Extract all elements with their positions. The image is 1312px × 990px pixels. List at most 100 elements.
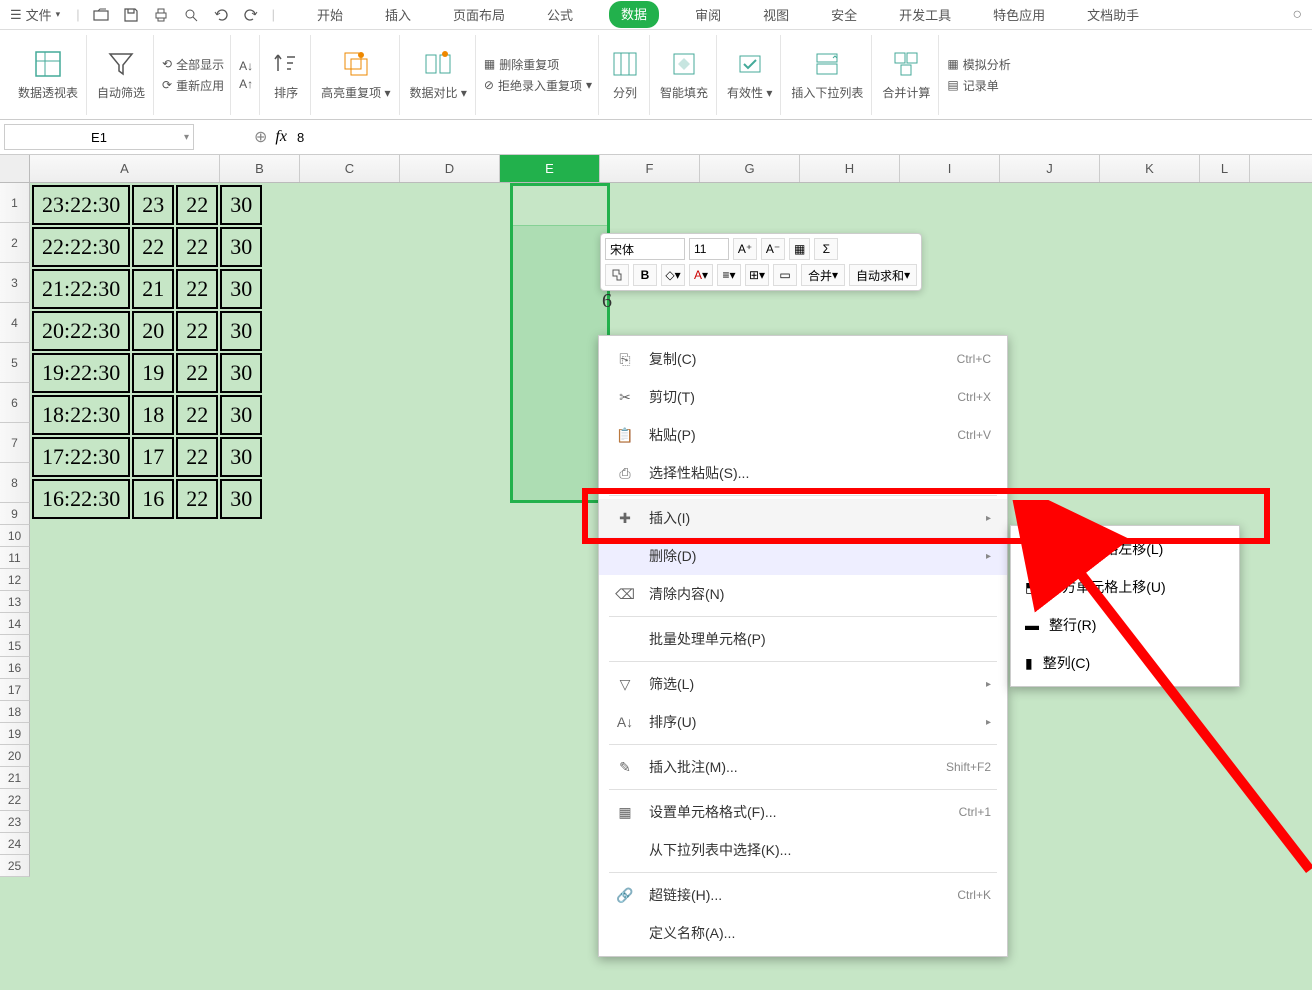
menu-comment[interactable]: ✎插入批注(M)...Shift+F2 [599, 748, 1007, 786]
submenu-entire-col[interactable]: ▮整列(C) [1011, 644, 1239, 682]
row-header-9[interactable]: 9 [0, 503, 30, 525]
tab-formulas[interactable]: 公式 [541, 1, 579, 28]
text-to-columns-button[interactable]: 分列 [601, 35, 650, 115]
table-cell[interactable]: 22 [176, 269, 218, 309]
table-cell[interactable]: 22 [176, 227, 218, 267]
table-cell[interactable]: 22 [132, 227, 174, 267]
table-cell[interactable]: 19 [132, 353, 174, 393]
row-header-17[interactable]: 17 [0, 679, 30, 701]
menu-paste[interactable]: 📋粘贴(P)Ctrl+V [599, 416, 1007, 454]
row-header-2[interactable]: 2 [0, 223, 30, 263]
tab-insert[interactable]: 插入 [379, 1, 417, 28]
tab-review[interactable]: 审阅 [689, 1, 727, 28]
autofilter-button[interactable]: 自动筛选 [89, 35, 154, 115]
tab-page-layout[interactable]: 页面布局 [447, 1, 511, 28]
row-header-18[interactable]: 18 [0, 701, 30, 723]
row-header-1[interactable]: 1 [0, 183, 30, 223]
print-icon[interactable] [151, 5, 171, 25]
row-header-16[interactable]: 16 [0, 657, 30, 679]
col-header-H[interactable]: H [800, 155, 900, 182]
col-header-A[interactable]: A [30, 155, 220, 182]
table-cell[interactable]: 30 [220, 269, 262, 309]
table-cell[interactable]: 30 [220, 185, 262, 225]
cell-style-icon[interactable]: ▭ [773, 264, 797, 286]
open-icon[interactable] [91, 5, 111, 25]
merge-icon[interactable]: ▦ [789, 238, 810, 260]
menu-copy[interactable]: ⎘复制(C)Ctrl+C [599, 340, 1007, 378]
row-header-22[interactable]: 22 [0, 789, 30, 811]
validation-button[interactable]: 有效性 ▾ [719, 35, 781, 115]
menu-define-name[interactable]: 定义名称(A)... [599, 914, 1007, 952]
row-header-4[interactable]: 4 [0, 303, 30, 343]
col-header-K[interactable]: K [1100, 155, 1200, 182]
col-header-J[interactable]: J [1000, 155, 1100, 182]
row-header-24[interactable]: 24 [0, 833, 30, 855]
menu-format-cells[interactable]: ▦设置单元格格式(F)...Ctrl+1 [599, 793, 1007, 831]
reject-dup-button[interactable]: ⊘拒绝录入重复项 ▾ [484, 77, 592, 94]
tab-special[interactable]: 特色应用 [987, 1, 1051, 28]
tab-data[interactable]: 数据 [609, 1, 659, 28]
flash-fill-button[interactable]: 智能填充 [652, 35, 717, 115]
col-header-L[interactable]: L [1200, 155, 1250, 182]
submenu-entire-row[interactable]: ▬整行(R) [1011, 606, 1239, 644]
shrink-font-icon[interactable]: A⁻ [761, 238, 785, 260]
tab-view[interactable]: 视图 [757, 1, 795, 28]
pivot-button[interactable]: 数据透视表 [10, 35, 87, 115]
table-cell[interactable]: 30 [220, 437, 262, 477]
sort-desc-button[interactable]: A↑ [239, 77, 253, 91]
table-cell[interactable]: 30 [220, 227, 262, 267]
table-cell[interactable]: 23:22:30 [32, 185, 130, 225]
table-cell[interactable]: 17 [132, 437, 174, 477]
row-header-7[interactable]: 7 [0, 423, 30, 463]
row-header-19[interactable]: 19 [0, 723, 30, 745]
table-cell[interactable]: 18:22:30 [32, 395, 130, 435]
row-header-13[interactable]: 13 [0, 591, 30, 613]
table-cell[interactable]: 20 [132, 311, 174, 351]
reapply-button[interactable]: ⟳重新应用 [162, 77, 224, 94]
bold-icon[interactable]: B [633, 264, 657, 286]
what-if-button[interactable]: ▦模拟分析 [947, 56, 1010, 73]
select-all-corner[interactable] [0, 155, 30, 182]
save-icon[interactable] [121, 5, 141, 25]
col-header-F[interactable]: F [600, 155, 700, 182]
submenu-shift-up[interactable]: ⬒下方单元格上移(U) [1011, 568, 1239, 606]
formula-input[interactable] [287, 124, 1312, 150]
table-cell[interactable]: 30 [220, 353, 262, 393]
menu-batch[interactable]: 批量处理单元格(P) [599, 620, 1007, 658]
fill-color-icon[interactable]: ◇▾ [661, 264, 685, 286]
row-header-6[interactable]: 6 [0, 383, 30, 423]
menu-filter[interactable]: ▽筛选(L)▸ [599, 665, 1007, 703]
row-header-15[interactable]: 15 [0, 635, 30, 657]
table-cell[interactable]: 22 [176, 311, 218, 351]
row-header-11[interactable]: 11 [0, 547, 30, 569]
menu-delete[interactable]: 删除(D)▸ [599, 537, 1007, 575]
row-header-5[interactable]: 5 [0, 343, 30, 383]
table-cell[interactable]: 19:22:30 [32, 353, 130, 393]
row-header-21[interactable]: 21 [0, 767, 30, 789]
menu-clear[interactable]: ⌫清除内容(N) [599, 575, 1007, 613]
row-header-12[interactable]: 12 [0, 569, 30, 591]
menu-insert[interactable]: ✚插入(I)▸ [599, 499, 1007, 537]
row-header-8[interactable]: 8 [0, 463, 30, 503]
row-header-14[interactable]: 14 [0, 613, 30, 635]
menu-paste-special[interactable]: ⎙选择性粘贴(S)... [599, 454, 1007, 492]
table-cell[interactable]: 30 [220, 479, 262, 519]
tab-home[interactable]: 开始 [311, 1, 349, 28]
font-color-icon[interactable]: A▾ [689, 264, 713, 286]
menu-hyperlink[interactable]: 🔗超链接(H)...Ctrl+K [599, 876, 1007, 914]
row-header-23[interactable]: 23 [0, 811, 30, 833]
autosum-button[interactable]: 自动求和▾ [849, 264, 917, 286]
table-cell[interactable]: 22 [176, 353, 218, 393]
sort-asc-button[interactable]: A↓ [239, 59, 253, 73]
file-menu[interactable]: ☰文件▾ [10, 5, 60, 24]
table-cell[interactable]: 21:22:30 [32, 269, 130, 309]
tab-security[interactable]: 安全 [825, 1, 863, 28]
sort-button[interactable]: 排序 [262, 35, 311, 115]
col-header-B[interactable]: B [220, 155, 300, 182]
menu-cut[interactable]: ✂剪切(T)Ctrl+X [599, 378, 1007, 416]
search-icon[interactable]: ○ [1292, 6, 1302, 24]
table-cell[interactable]: 22 [176, 479, 218, 519]
data-compare-button[interactable]: 数据对比 ▾ [402, 35, 476, 115]
table-cell[interactable]: 30 [220, 395, 262, 435]
table-cell[interactable]: 16:22:30 [32, 479, 130, 519]
